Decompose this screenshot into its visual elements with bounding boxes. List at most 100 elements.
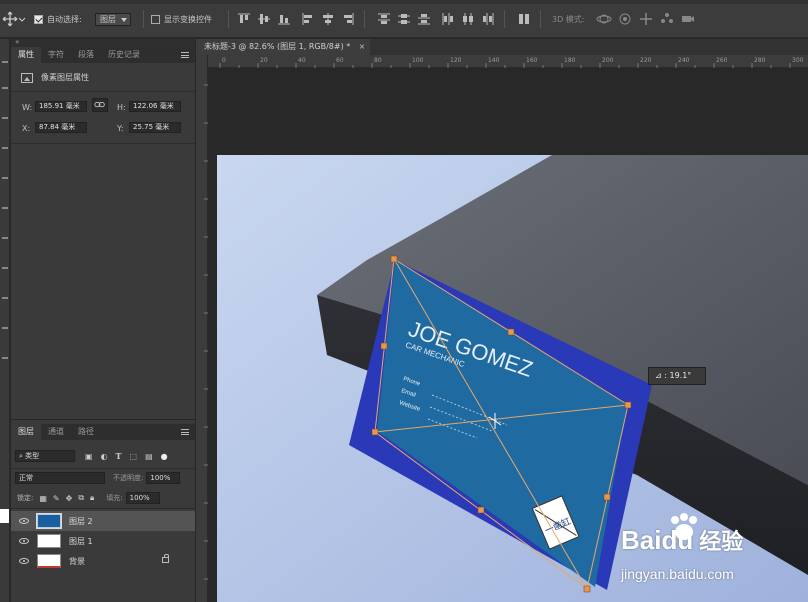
layer-row[interactable]: 背景 [11, 551, 195, 571]
auto-select-value[interactable]: 图层 [95, 12, 131, 26]
distribute-hcenter-icon[interactable] [460, 11, 476, 27]
baidu-watermark: Baidu 经验 jingyan.baidu.com [617, 512, 807, 592]
tool-marker [2, 117, 8, 119]
filter-toggle-icon[interactable]: ● [161, 452, 168, 461]
align-bottom-icon[interactable] [276, 11, 292, 27]
visibility-eye-icon[interactable] [19, 518, 29, 524]
tab-layers[interactable]: 图层 [11, 424, 41, 440]
align-horizontal-center-icon[interactable] [320, 11, 336, 27]
blend-row: 正常 不透明度: 100% [15, 472, 181, 484]
distribute-top-icon[interactable] [376, 11, 392, 27]
collapse-arrows-icon[interactable]: « [15, 38, 19, 46]
document-tab[interactable]: 未标题-3 @ 82.6% (图层 1, RGB/8#) * × [196, 39, 371, 55]
fill-input[interactable]: 100% [125, 492, 160, 504]
layer-name[interactable]: 背景 [69, 556, 85, 567]
filter-adjustment-icon[interactable]: ◐ [101, 452, 108, 461]
auto-select-check[interactable] [34, 14, 43, 24]
ruler-tick-label: 60 [336, 57, 344, 64]
3d-roll-icon[interactable] [617, 11, 633, 27]
toolbar-separator [228, 10, 229, 28]
close-icon[interactable]: × [359, 39, 366, 55]
fill-label: 填充: [106, 494, 123, 502]
ruler-ticks [204, 84, 208, 580]
panel-collapse-bar[interactable]: « [11, 38, 195, 47]
ruler-tick-label: 160 [526, 57, 538, 64]
transform-angle-readout: ⊿ : 19.1° [648, 367, 706, 385]
y-input[interactable]: 25.75 毫米 [129, 122, 181, 133]
filter-shape-icon[interactable]: ⬚ [130, 452, 138, 461]
3d-mode-label: 3D 模式: [552, 14, 585, 24]
transform-handle[interactable] [390, 255, 398, 263]
visibility-eye-icon[interactable] [19, 558, 29, 564]
lock-all-icon[interactable]: 🔒︎ [90, 493, 94, 503]
align-vertical-center-icon[interactable] [256, 11, 272, 27]
properties-header: 像素图层属性 [21, 72, 89, 83]
watermark-url: jingyan.baidu.com [621, 566, 734, 582]
opacity-input[interactable]: 100% [146, 472, 181, 484]
lock-artboard-icon[interactable]: ⧉ [78, 493, 84, 503]
show-transform-check[interactable] [151, 14, 160, 24]
tab-history[interactable]: 历史记录 [101, 47, 147, 63]
width-input[interactable]: 185.91 毫米 [35, 101, 87, 112]
align-right-icon[interactable] [340, 11, 356, 27]
transform-handle[interactable] [477, 506, 485, 514]
tab-channels[interactable]: 通道 [41, 424, 71, 440]
vertical-ruler[interactable] [196, 55, 208, 602]
distribute-right-icon[interactable] [480, 11, 496, 27]
foreground-color-swatch[interactable] [0, 509, 9, 523]
tab-paragraph[interactable]: 段落 [71, 47, 101, 63]
ruler-tick-label: 260 [716, 57, 728, 64]
tool-marker [2, 177, 8, 179]
ruler-tick-label: 20 [260, 57, 268, 64]
filter-pixel-icon[interactable]: ▣ [85, 452, 93, 461]
visibility-eye-icon[interactable] [19, 538, 29, 544]
layer-row[interactable]: 图层 2 [11, 511, 195, 531]
tab-paths[interactable]: 路径 [71, 424, 101, 440]
align-left-icon[interactable] [300, 11, 316, 27]
auto-select-checkbox[interactable]: 自动选择: [34, 12, 82, 26]
toolbar-separator [143, 10, 144, 28]
tab-character[interactable]: 字符 [41, 47, 71, 63]
x-input[interactable]: 87.84 毫米 [35, 122, 87, 133]
layer-name[interactable]: 图层 1 [69, 536, 93, 547]
lock-transparent-icon[interactable]: ▦ [39, 494, 47, 503]
3d-pan-icon[interactable] [638, 11, 654, 27]
distribute-left-icon[interactable] [440, 11, 456, 27]
document-tab-title: 未标题-3 @ 82.6% (图层 1, RGB/8#) * [204, 42, 351, 51]
layers-menu-icon[interactable] [181, 429, 189, 435]
transform-handle[interactable] [583, 585, 591, 593]
options-bar: 自动选择: 图层 显示变换控件 3D 模式: [0, 0, 808, 38]
layer-name[interactable]: 图层 2 [69, 516, 93, 527]
show-transform-checkbox[interactable]: 显示变换控件 [151, 12, 212, 26]
transform-handle[interactable] [624, 401, 632, 409]
transform-handle[interactable] [507, 328, 515, 336]
lock-pixels-icon[interactable]: ✎ [53, 494, 60, 503]
ruler-tick-label: 140 [488, 57, 500, 64]
distribute-bottom-icon[interactable] [416, 11, 432, 27]
filter-type-icon[interactable]: T [116, 451, 122, 461]
transform-handle[interactable] [371, 428, 379, 436]
transform-handle[interactable] [603, 493, 611, 501]
transform-handle[interactable] [380, 342, 388, 350]
lock-position-icon[interactable]: ✥ [66, 494, 73, 503]
align-top-icon[interactable] [236, 11, 252, 27]
tools-panel-edge[interactable] [0, 39, 10, 602]
auto-align-icon[interactable] [516, 11, 532, 27]
3d-camera-icon[interactable] [680, 11, 696, 27]
height-label: H: [117, 103, 126, 112]
layer-row[interactable]: 图层 1 [11, 531, 195, 551]
filter-kind-dropdown[interactable]: ⌕ 类型 [15, 450, 75, 462]
3d-orbit-icon[interactable] [596, 11, 612, 27]
height-input[interactable]: 122.06 毫米 [129, 101, 181, 112]
distribute-vcenter-icon[interactable] [396, 11, 412, 27]
tool-preset-chevron-icon[interactable] [14, 11, 26, 27]
tab-properties[interactable]: 属性 [11, 47, 41, 63]
3d-slide-icon[interactable] [659, 11, 675, 27]
panel-menu-icon[interactable] [181, 52, 189, 58]
link-dimensions-button[interactable] [92, 98, 108, 112]
ruler-tick-label: 100 [412, 57, 424, 64]
filter-smart-object-icon[interactable]: ▤ [145, 452, 153, 461]
horizontal-ruler[interactable]: 0 20 40 60 80 100 120 140 160 180 200 22… [208, 55, 808, 68]
auto-select-dropdown[interactable]: 图层 [95, 12, 131, 26]
blend-mode-dropdown[interactable]: 正常 [15, 472, 105, 484]
